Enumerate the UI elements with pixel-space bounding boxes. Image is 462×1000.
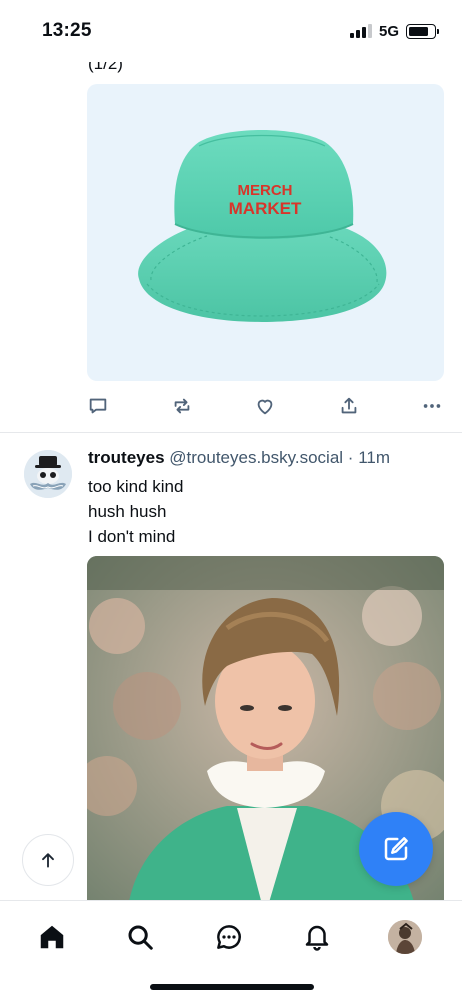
network-type: 5G	[378, 22, 399, 40]
separator: ·	[347, 448, 354, 467]
bell-icon	[305, 925, 329, 951]
battery-fill	[409, 26, 429, 36]
bucket-hat-image: MERCH MARKET	[138, 130, 387, 322]
handle[interactable]: @trouteyes.bsky.social	[169, 448, 343, 467]
chat-icon	[217, 925, 241, 949]
home-indicator	[150, 984, 314, 990]
post-actions	[85, 393, 445, 419]
share-icon	[341, 397, 356, 414]
previous-post-text: (1/2)	[88, 62, 123, 73]
display-name[interactable]: trouteyes	[88, 448, 165, 467]
post-text-line: I don't mind	[88, 527, 176, 546]
share-button[interactable]	[336, 393, 362, 419]
like-button[interactable]	[252, 393, 278, 419]
arrow-up-icon	[42, 853, 54, 868]
like-icon	[257, 399, 273, 415]
compose-button[interactable]	[359, 812, 433, 886]
reply-button[interactable]	[85, 393, 111, 419]
avatar[interactable]	[24, 450, 72, 498]
post-text-line: too kind kind	[88, 477, 184, 496]
status-bar: 13:25 5G	[0, 0, 462, 62]
feed[interactable]: (1/2) MERCH MARKET trouteyes @trouteyes.…	[0, 62, 462, 900]
profile-avatar-image	[388, 920, 422, 954]
avatar	[388, 920, 422, 954]
nav-chat[interactable]	[209, 917, 249, 957]
repost-icon	[174, 398, 189, 414]
battery-icon	[406, 23, 439, 39]
nav-home[interactable]	[32, 917, 72, 957]
repost-button[interactable]	[169, 393, 195, 419]
post-text: too kind kind hush hush I don't mind	[88, 474, 183, 549]
search-icon	[128, 925, 153, 950]
nav-search[interactable]	[120, 917, 160, 957]
previous-post-image[interactable]: MERCH MARKET	[87, 84, 444, 381]
status-indicators: 5G	[349, 22, 439, 40]
post-header: trouteyes @trouteyes.bsky.social · 11m	[88, 448, 390, 468]
more-button[interactable]	[419, 393, 445, 419]
post-divider	[0, 432, 462, 433]
signal-icon	[349, 24, 372, 38]
nav-profile[interactable]	[385, 917, 425, 957]
hat-text-line2: MARKET	[229, 199, 302, 218]
post-text-line: hush hush	[88, 502, 167, 521]
more-icon	[423, 404, 441, 408]
home-icon	[40, 925, 64, 949]
status-time: 13:25	[42, 20, 92, 41]
avatar-image	[24, 450, 72, 498]
reply-icon	[89, 398, 107, 414]
scroll-to-top-button[interactable]	[22, 834, 74, 886]
compose-icon	[384, 837, 408, 861]
hat-text-line1: MERCH	[238, 182, 293, 199]
post-time[interactable]: 11m	[358, 448, 390, 467]
nav-notifications[interactable]	[297, 917, 337, 957]
